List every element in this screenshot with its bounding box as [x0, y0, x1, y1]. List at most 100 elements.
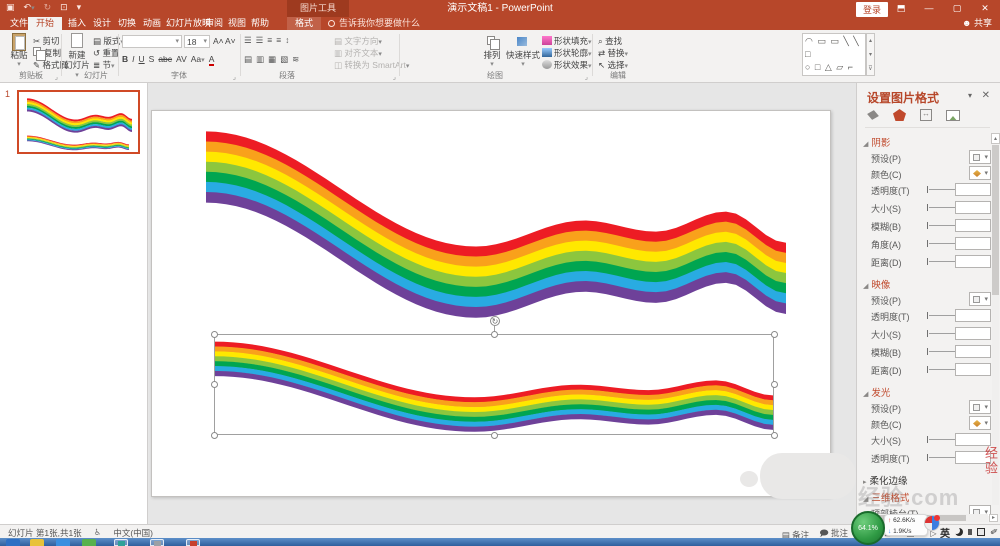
reset-button[interactable]: ↺ 重置: [93, 47, 120, 59]
slider-thumb[interactable]: [927, 258, 928, 265]
selection-handle[interactable]: [211, 381, 218, 388]
preset-dropdown-button[interactable]: ▾: [969, 292, 991, 306]
restore-button[interactable]: ▢: [946, 0, 968, 17]
shape-glyph-row[interactable]: ◠ ▭ ▭ ╲ ╲ □: [805, 35, 863, 61]
tray-grid-icon[interactable]: [977, 528, 985, 536]
input-language-icon[interactable]: 英: [940, 525, 950, 540]
slider-thumb[interactable]: [927, 348, 928, 355]
bold-button[interactable]: B: [122, 54, 128, 64]
replace-button[interactable]: ⇄ 替换▾: [598, 47, 628, 59]
slider-value-input[interactable]: [955, 363, 991, 376]
slider-thumb[interactable]: [927, 330, 928, 337]
cut-button[interactable]: ✂ 剪切: [33, 35, 60, 47]
taskbar-app-icon[interactable]: [114, 539, 128, 546]
paragraph-list-buttons[interactable]: ☰☰≡≡↕: [244, 35, 293, 46]
picture-tab-icon[interactable]: [946, 110, 960, 121]
color-dropdown-button[interactable]: ▾: [969, 166, 991, 180]
copy-button[interactable]: 复制: [33, 47, 61, 59]
selection-handle[interactable]: [491, 432, 498, 439]
slider-thumb[interactable]: [927, 222, 928, 229]
slider-track[interactable]: [929, 189, 955, 190]
shrink-font-button[interactable]: A˅: [225, 36, 236, 46]
taskbar-app-icon[interactable]: [6, 539, 20, 546]
preset-dropdown-button[interactable]: ▾: [969, 150, 991, 164]
find-button[interactable]: ⌕ 查找: [598, 35, 622, 47]
shape-glyph-row[interactable]: ○ □ △ ▱ ⌐ ⇨: [805, 61, 863, 76]
char-spacing-button[interactable]: AV: [176, 54, 187, 64]
align-text-button[interactable]: ▥ 对齐文本▾: [334, 47, 382, 59]
share-button[interactable]: ☻ 共享: [962, 17, 992, 30]
effects-tab-icon[interactable]: [893, 109, 906, 121]
pane-section-header[interactable]: ◢发光: [863, 385, 995, 397]
slider-thumb[interactable]: [927, 366, 928, 373]
slider-track[interactable]: [929, 369, 955, 370]
size-properties-tab-icon[interactable]: [920, 109, 932, 121]
slider-thumb[interactable]: [927, 204, 928, 211]
drawing-dialog-launcher[interactable]: ⌟: [585, 73, 588, 81]
text-direction-button[interactable]: ▤ 文字方向▾: [334, 35, 382, 47]
shapes-gallery[interactable]: ◠ ▭ ▭ ╲ ╲ □○ □ △ ▱ ⌐ ⇨☆ ╲ ╲ ⌐ ⌐ ▽: [802, 33, 866, 76]
font-name-combo[interactable]: ▾: [122, 35, 182, 48]
color-dropdown-button[interactable]: ▾: [969, 416, 991, 430]
slider-value-input[interactable]: [955, 183, 991, 196]
ribbon-display-options-icon[interactable]: ⬒: [890, 0, 912, 17]
slider-value-input[interactable]: [955, 201, 991, 214]
selection-handle[interactable]: [771, 432, 778, 439]
paragraph-dialog-launcher[interactable]: ⌟: [393, 73, 396, 81]
taskbar-app-icon[interactable]: [30, 539, 44, 546]
text-shadow-button[interactable]: S: [149, 54, 155, 64]
shapes-gallery-scroll[interactable]: ▴▾⊽: [866, 33, 875, 76]
selection-handle[interactable]: [771, 331, 778, 338]
slider-track[interactable]: [929, 439, 955, 440]
shape-outline-button[interactable]: 形状轮廓▾: [542, 47, 592, 59]
paste-button[interactable]: 粘贴▾: [5, 33, 33, 69]
pane-vertical-scroll-thumb[interactable]: [992, 145, 999, 295]
slider-value-input[interactable]: [955, 345, 991, 358]
slider-thumb[interactable]: [927, 436, 928, 443]
slider-value-input[interactable]: [955, 327, 991, 340]
slider-track[interactable]: [929, 351, 955, 352]
paragraph-align-buttons[interactable]: ▤▥▦▧≋: [244, 54, 303, 65]
slider-thumb[interactable]: [927, 240, 928, 247]
tell-me-box[interactable]: 告诉我你想要做什么: [328, 17, 420, 30]
slider-track[interactable]: [929, 457, 955, 458]
floating-ball-widget[interactable]: 64.1%: [851, 511, 885, 545]
quick-styles-button[interactable]: 快速样式▾: [506, 33, 540, 69]
slider-thumb[interactable]: [927, 312, 928, 319]
pane-scroll-up-icon[interactable]: ▴: [991, 133, 1000, 144]
font-size-combo[interactable]: 18▾: [184, 35, 210, 48]
slider-value-input[interactable]: [955, 309, 991, 322]
preset-dropdown-button[interactable]: ▾: [969, 400, 991, 414]
close-button[interactable]: ✕: [974, 0, 996, 17]
selection-handle[interactable]: [211, 331, 218, 338]
tab-9[interactable]: 帮助: [243, 17, 277, 30]
shape-fill-button[interactable]: 形状填充▾: [542, 35, 592, 47]
slider-thumb[interactable]: [927, 454, 928, 461]
arrange-button[interactable]: 排列▾: [480, 33, 504, 69]
selection-box[interactable]: [214, 334, 774, 435]
taskbar-app-icon[interactable]: [150, 539, 164, 546]
slider-track[interactable]: [929, 333, 955, 334]
slide-thumbnail[interactable]: [17, 90, 140, 154]
tray-tool-icon[interactable]: ✐: [989, 526, 999, 538]
pane-section-header[interactable]: ◢阴影: [863, 135, 995, 147]
strikethrough-button[interactable]: abc: [158, 54, 172, 64]
pane-close-icon[interactable]: ✕: [982, 90, 990, 101]
font-color-button[interactable]: A: [209, 54, 215, 66]
grow-font-button[interactable]: A˄: [213, 36, 224, 46]
selection-handle[interactable]: [771, 381, 778, 388]
clipboard-dialog-launcher[interactable]: ⌟: [55, 73, 58, 81]
slider-value-input[interactable]: [955, 433, 991, 446]
night-mode-icon[interactable]: [955, 528, 963, 536]
slider-value-input[interactable]: [955, 237, 991, 250]
taskbar-app-icon[interactable]: [82, 539, 96, 546]
font-dialog-launcher[interactable]: ⌟: [233, 73, 236, 81]
change-case-button[interactable]: Aa▾: [191, 54, 205, 64]
minimize-button[interactable]: —: [918, 0, 940, 17]
italic-button[interactable]: I: [132, 54, 134, 64]
taskbar-app-icon[interactable]: [186, 539, 200, 546]
pane-menu-icon[interactable]: ▾: [968, 91, 972, 100]
tray-small-icon[interactable]: [968, 529, 972, 535]
network-speed-widget[interactable]: ↑ 62.6K/s ↓ 1.9K/s: [884, 514, 928, 536]
taskbar-app-icon[interactable]: [56, 539, 70, 546]
